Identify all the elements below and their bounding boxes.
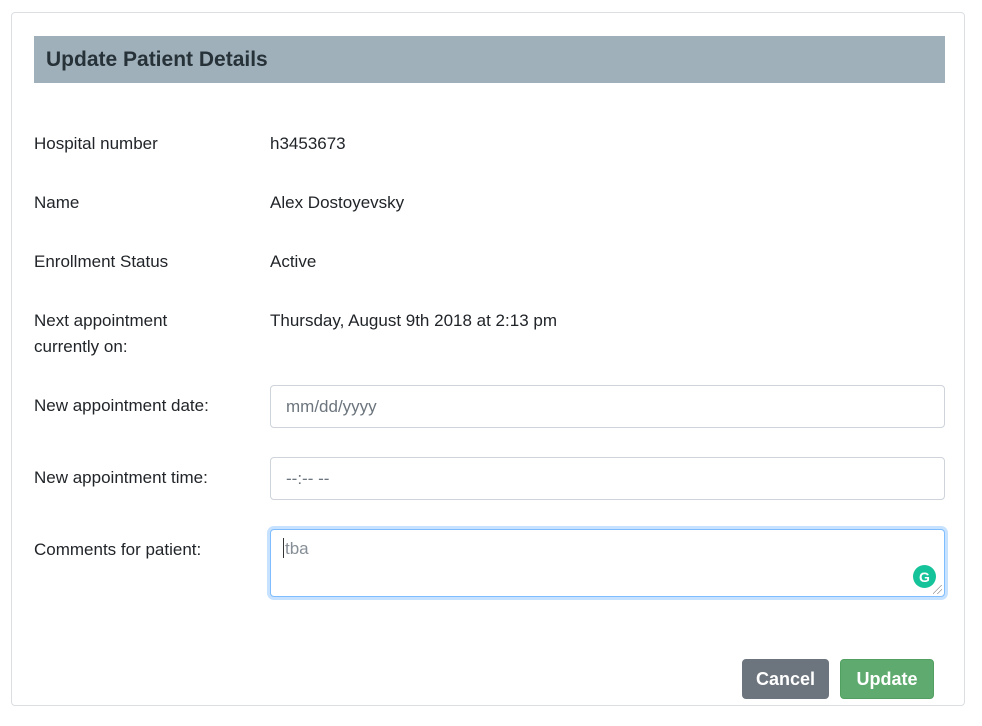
enrollment-status-label: Enrollment Status bbox=[34, 252, 169, 271]
date-placeholder: mm/dd/yyyy bbox=[286, 396, 377, 416]
resize-handle-icon[interactable] bbox=[933, 585, 942, 594]
comments-textarea[interactable]: tba G bbox=[270, 529, 945, 597]
time-placeholder: --:-- -- bbox=[286, 468, 330, 488]
update-patient-card: Update Patient Details Hospital number h… bbox=[11, 12, 965, 706]
update-button[interactable]: Update bbox=[840, 659, 934, 699]
enrollment-status-value: Active bbox=[270, 252, 317, 271]
cancel-button[interactable]: Cancel bbox=[742, 659, 829, 699]
hospital-number-label: Hospital number bbox=[34, 134, 158, 153]
next-appointment-label: Next appointment currently on: bbox=[34, 308, 234, 360]
new-appointment-time-input[interactable]: --:-- -- bbox=[270, 457, 945, 500]
next-appointment-label-line2: currently on: bbox=[34, 337, 128, 356]
comments-placeholder: tba bbox=[285, 539, 309, 558]
new-appointment-date-label: New appointment date: bbox=[34, 396, 209, 415]
name-label: Name bbox=[34, 193, 80, 212]
comments-label: Comments for patient: bbox=[34, 540, 202, 559]
page-title: Update Patient Details bbox=[46, 47, 268, 71]
text-cursor bbox=[283, 538, 284, 558]
new-appointment-time-label: New appointment time: bbox=[34, 468, 208, 487]
card-header: Update Patient Details bbox=[34, 36, 945, 83]
hospital-number-value: h3453673 bbox=[270, 134, 346, 153]
next-appointment-label-line1: Next appointment bbox=[34, 311, 168, 330]
next-appointment-value: Thursday, August 9th 2018 at 2:13 pm bbox=[270, 311, 557, 330]
name-value: Alex Dostoyevsky bbox=[270, 193, 405, 212]
new-appointment-date-input[interactable]: mm/dd/yyyy bbox=[270, 385, 945, 428]
